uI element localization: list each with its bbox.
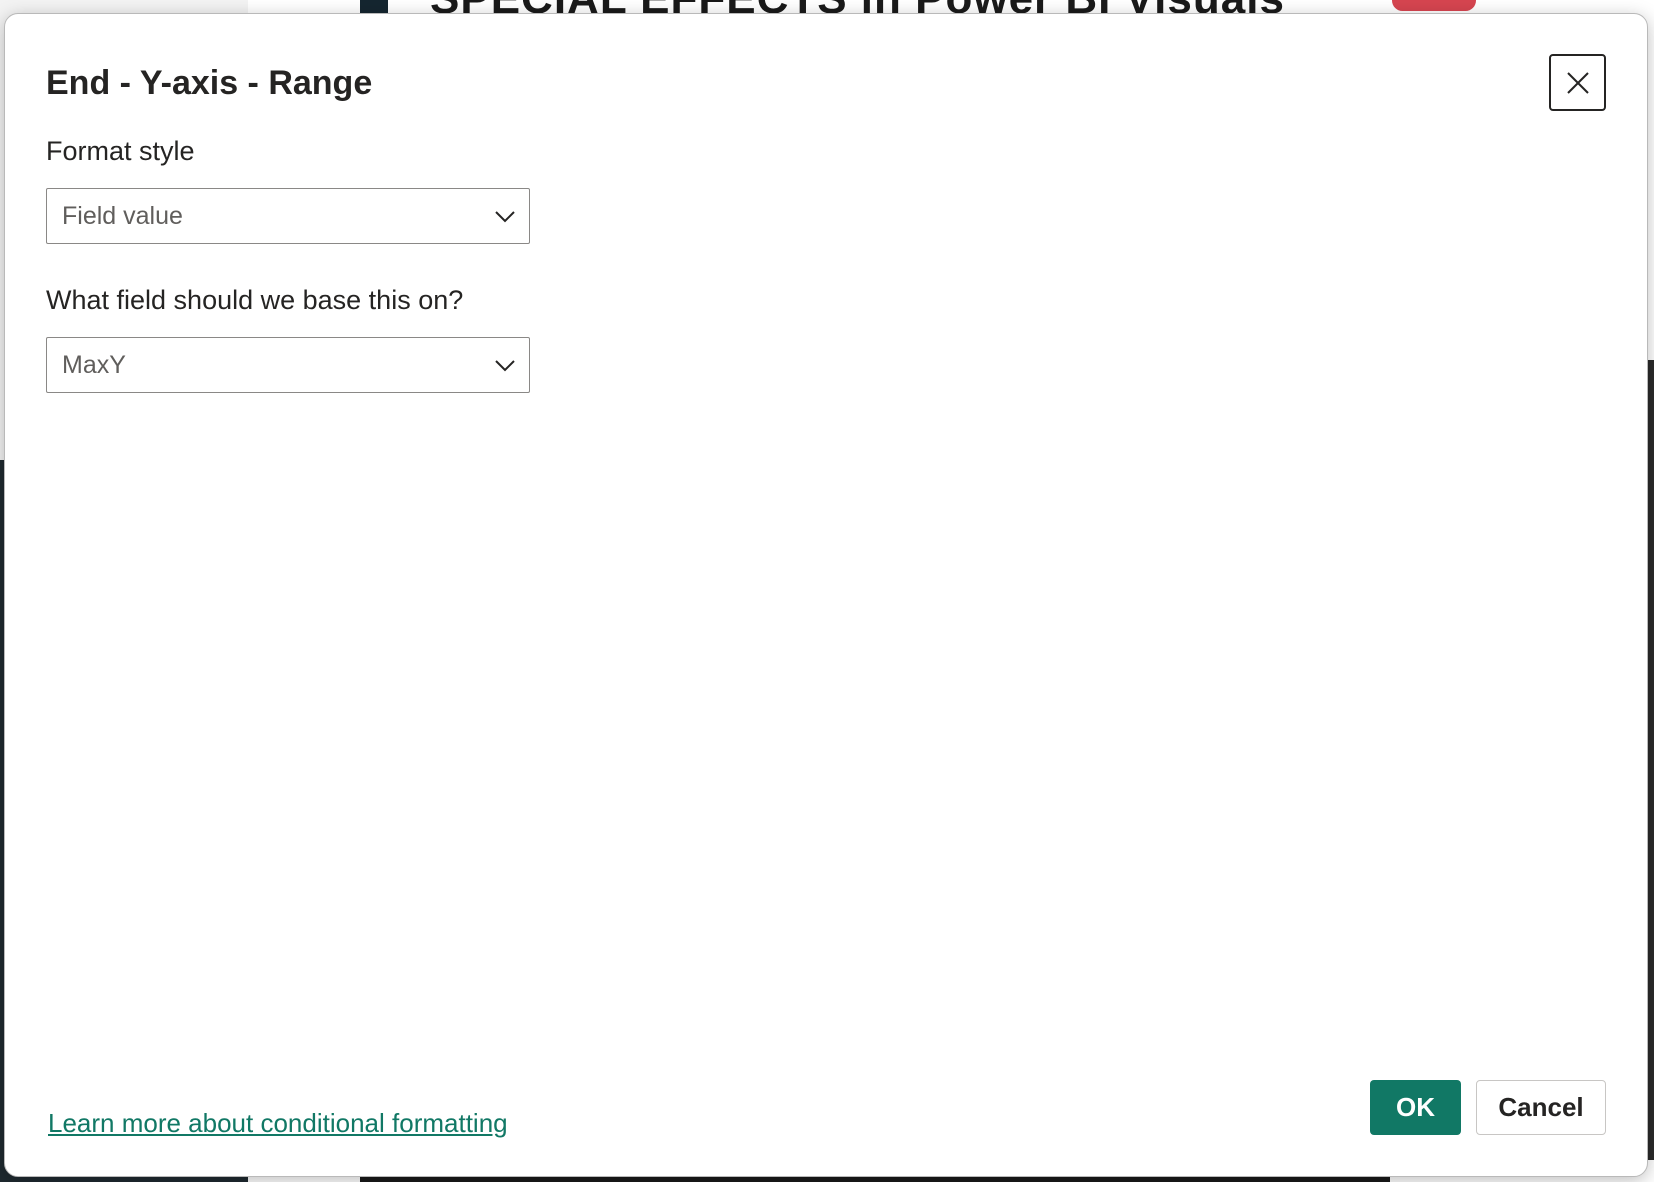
conditional-formatting-dialog: End - Y-axis - Range Format style Field …	[4, 13, 1648, 1177]
chevron-down-icon	[495, 211, 515, 223]
ok-button[interactable]: OK	[1370, 1080, 1461, 1135]
background-canvas-edge	[360, 0, 388, 14]
dialog-title: End - Y-axis - Range	[46, 64, 373, 102]
cancel-button[interactable]: Cancel	[1476, 1080, 1606, 1135]
close-button[interactable]	[1549, 54, 1606, 111]
learn-more-link[interactable]: Learn more about conditional formatting	[48, 1108, 508, 1139]
format-style-label: Format style	[46, 136, 195, 166]
base-field-dropdown[interactable]: MaxY	[46, 337, 530, 393]
format-style-dropdown[interactable]: Field value	[46, 188, 530, 244]
base-field-value: MaxY	[62, 351, 126, 379]
background-red-badge	[1392, 0, 1476, 11]
base-field-label: What field should we base this on?	[46, 285, 464, 315]
chevron-down-icon	[495, 360, 515, 372]
background-banner-title: SPECIAL EFFECTS in Power BI Visuals	[430, 0, 1285, 14]
close-icon	[1566, 71, 1589, 94]
format-style-value: Field value	[62, 202, 183, 230]
